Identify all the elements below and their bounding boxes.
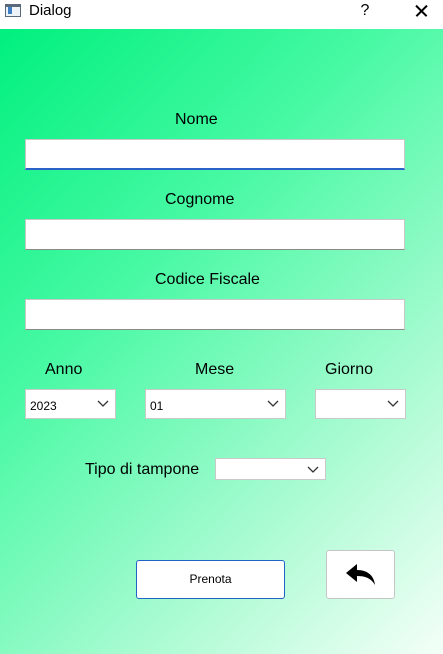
- chevron-down-icon: [97, 398, 109, 408]
- nome-field[interactable]: [25, 139, 405, 170]
- close-icon[interactable]: [406, 0, 436, 24]
- mese-combo[interactable]: 01: [145, 389, 286, 419]
- tampone-label: Tipo di tampone: [85, 461, 200, 478]
- dialog-content: Nome Cognome Codice Fiscale Anno Mese Gi…: [0, 29, 443, 654]
- cognome-field[interactable]: [25, 219, 405, 250]
- chevron-down-icon: [387, 398, 399, 408]
- codice-fiscale-field[interactable]: [25, 299, 405, 330]
- anno-combo-value: 2023: [30, 399, 57, 413]
- cognome-label: Cognome: [165, 191, 235, 208]
- back-button[interactable]: [326, 550, 395, 599]
- nome-label: Nome: [175, 111, 218, 128]
- tampone-combo[interactable]: [215, 458, 326, 480]
- anno-label: Anno: [45, 361, 83, 378]
- chevron-down-icon: [307, 464, 319, 474]
- window-app-icon: [5, 4, 21, 17]
- help-button[interactable]: ?: [352, 0, 378, 24]
- mese-label: Mese: [195, 361, 235, 378]
- codice-fiscale-label: Codice Fiscale: [155, 271, 260, 288]
- anno-combo[interactable]: 2023: [25, 389, 116, 419]
- chevron-down-icon: [267, 398, 279, 408]
- title-bar: Dialog ?: [0, 0, 443, 29]
- giorno-label: Giorno: [325, 361, 374, 378]
- prenota-button[interactable]: Prenota: [136, 560, 285, 599]
- giorno-combo[interactable]: [315, 389, 406, 419]
- mese-combo-value: 01: [150, 399, 164, 413]
- undo-arrow-icon: [346, 564, 375, 585]
- window-title: Dialog: [29, 2, 72, 19]
